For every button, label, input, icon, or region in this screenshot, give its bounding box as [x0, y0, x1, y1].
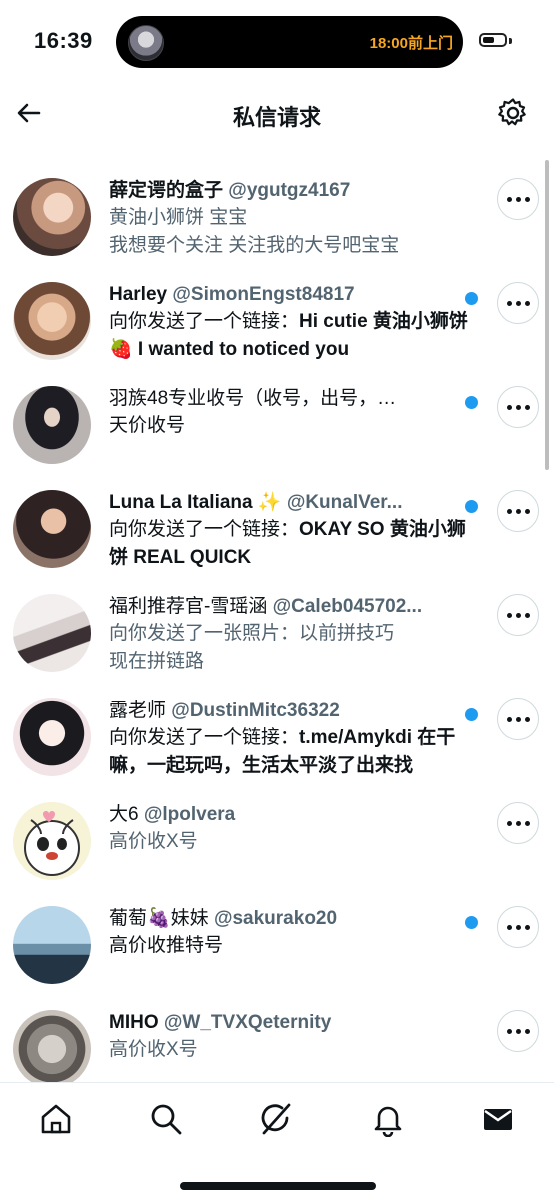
- more-options-button[interactable]: [497, 906, 539, 948]
- list-item[interactable]: Harley @SimonEngst84817 向你发送了一个链接：Hi cut…: [0, 268, 554, 372]
- unread-indicator: [465, 708, 478, 721]
- message-preview: 向你发送了一张照片：以前拼技巧 现在拼链路: [109, 623, 395, 672]
- conversation-preview: 露老师 @DustinMitc36322 向你发送了一个链接：t.me/Amyk…: [109, 698, 469, 780]
- message-preview: 天价收号: [109, 415, 186, 436]
- sender-name: Luna La Italiana ✨: [109, 492, 282, 513]
- sender-handle: @Caleb045702...: [272, 596, 423, 617]
- scrollbar[interactable]: [545, 160, 549, 470]
- more-options-button[interactable]: [497, 282, 539, 324]
- conversation-preview: MIHO @W_TVXQeternity 高价收X号: [109, 1010, 469, 1064]
- sender-name: 福利推荐官-雪瑶涵: [109, 596, 268, 617]
- avatar[interactable]: [13, 698, 91, 776]
- message-preview: 黄油小狮饼 宝宝 我想要个关注 关注我的大号吧宝宝: [109, 207, 400, 256]
- unread-indicator: [465, 500, 478, 513]
- sender-handle: @SimonEngst84817: [172, 284, 355, 305]
- battery-icon: [479, 33, 507, 47]
- notifications-icon[interactable]: [370, 1101, 406, 1137]
- avatar[interactable]: [13, 906, 91, 984]
- message-preview: 高价收X号: [109, 831, 198, 852]
- unread-indicator: [465, 396, 478, 409]
- conversation-preview: Luna La Italiana ✨ @KunalVer... 向你发送了一个链…: [109, 490, 469, 572]
- status-time: 16:39: [34, 28, 93, 53]
- more-options-button[interactable]: [497, 386, 539, 428]
- battery-level: [483, 37, 494, 43]
- avatar[interactable]: [13, 1010, 91, 1082]
- message-preview: 向你发送了一个链接：t.me/Amykdi 在干嘛，一起玩吗，生活太平淡了出来找: [109, 724, 469, 780]
- message-preview: 高价收推特号: [109, 935, 224, 956]
- dynamic-island[interactable]: 18:00前上门: [116, 16, 463, 68]
- list-item[interactable]: 薛定谔的盒子 @ygutgz4167 黄油小狮饼 宝宝 我想要个关注 关注我的大…: [0, 164, 554, 268]
- battery-cap: [509, 38, 512, 44]
- message-requests-list[interactable]: 薛定谔的盒子 @ygutgz4167 黄油小狮饼 宝宝 我想要个关注 关注我的大…: [0, 164, 554, 1082]
- status-bar: 16:39 18:00前上门: [0, 0, 554, 84]
- list-item[interactable]: MIHO @W_TVXQeternity 高价收X号: [0, 996, 554, 1082]
- conversation-preview: Harley @SimonEngst84817 向你发送了一个链接：Hi cut…: [109, 282, 469, 364]
- conversation-preview: 福利推荐官-雪瑶涵 @Caleb045702... 向你发送了一张照片：以前拼技…: [109, 594, 469, 676]
- sender-handle: @W_TVXQeternity: [163, 1012, 332, 1033]
- conversation-preview: 羽族48专业收号（收号，出号，… 天价收号: [109, 386, 469, 440]
- sender-name: 露老师: [109, 700, 167, 721]
- grok-icon[interactable]: [258, 1101, 294, 1137]
- message-preview: 高价收X号: [109, 1039, 198, 1060]
- sender-handle: @DustinMitc36322: [171, 700, 340, 721]
- more-options-button[interactable]: [497, 178, 539, 220]
- sender-handle: @sakurako20: [213, 908, 338, 929]
- messages-icon[interactable]: [480, 1101, 516, 1137]
- sender-handle: @KunalVer...: [286, 492, 403, 513]
- avatar[interactable]: [13, 178, 91, 256]
- list-item[interactable]: Luna La Italiana ✨ @KunalVer... 向你发送了一个链…: [0, 476, 554, 580]
- sender-name: MIHO: [109, 1012, 159, 1033]
- sender-handle: @lpolvera: [143, 804, 236, 825]
- message-prefix: 向你发送了一个链接：: [109, 311, 300, 332]
- list-item[interactable]: 葡萄🍇妹妹 @sakurako20 高价收推特号: [0, 892, 554, 996]
- conversation-preview: 薛定谔的盒子 @ygutgz4167 黄油小狮饼 宝宝 我想要个关注 关注我的大…: [109, 178, 469, 260]
- island-avatar: [128, 25, 164, 61]
- header: 私信请求: [0, 84, 554, 144]
- sender-name: Harley: [109, 284, 168, 305]
- message-preview: 向你发送了一个链接：OKAY SO 黄油小狮饼 REAL QUICK: [109, 516, 469, 572]
- home-indicator[interactable]: [180, 1182, 376, 1190]
- sender-handle: @ygutgz4167: [228, 180, 351, 201]
- more-options-button[interactable]: [497, 490, 539, 532]
- gear-icon[interactable]: [496, 96, 530, 130]
- list-item[interactable]: 露老师 @DustinMitc36322 向你发送了一个链接：t.me/Amyk…: [0, 684, 554, 788]
- search-icon[interactable]: [148, 1101, 184, 1137]
- sender-name: 大6: [109, 804, 139, 825]
- list-item[interactable]: 福利推荐官-雪瑶涵 @Caleb045702... 向你发送了一张照片：以前拼技…: [0, 580, 554, 684]
- conversation-preview: 大6 @lpolvera 高价收X号: [109, 802, 469, 856]
- unread-indicator: [465, 916, 478, 929]
- more-options-button[interactable]: [497, 1010, 539, 1052]
- avatar[interactable]: [13, 802, 91, 880]
- message-prefix: 向你发送了一个链接：: [109, 519, 300, 540]
- unread-indicator: [465, 292, 478, 305]
- message-preview: 向你发送了一个链接：Hi cutie 黄油小狮饼 🍓 I wanted to n…: [109, 308, 469, 364]
- more-options-button[interactable]: [497, 594, 539, 636]
- avatar[interactable]: [13, 386, 91, 464]
- avatar[interactable]: [13, 282, 91, 360]
- sender-name: 羽族48专业收号（收号，出号，…: [109, 388, 397, 409]
- island-live-activity-text: 18:00前上门: [369, 35, 453, 52]
- page-title: 私信请求: [232, 105, 321, 130]
- sender-name: 薛定谔的盒子: [109, 180, 224, 201]
- more-options-button[interactable]: [497, 802, 539, 844]
- avatar[interactable]: [13, 490, 91, 568]
- conversation-preview: 葡萄🍇妹妹 @sakurako20 高价收推特号: [109, 906, 469, 960]
- home-icon[interactable]: [38, 1101, 74, 1137]
- cartoon-avatar-icon: [24, 811, 80, 876]
- list-item[interactable]: 大6 @lpolvera 高价收X号: [0, 788, 554, 892]
- sender-name: 葡萄🍇妹妹: [109, 908, 209, 929]
- message-prefix: 向你发送了一个链接：: [109, 727, 300, 748]
- list-item[interactable]: 羽族48专业收号（收号，出号，… 天价收号: [0, 372, 554, 476]
- avatar[interactable]: [13, 594, 91, 672]
- more-options-button[interactable]: [497, 698, 539, 740]
